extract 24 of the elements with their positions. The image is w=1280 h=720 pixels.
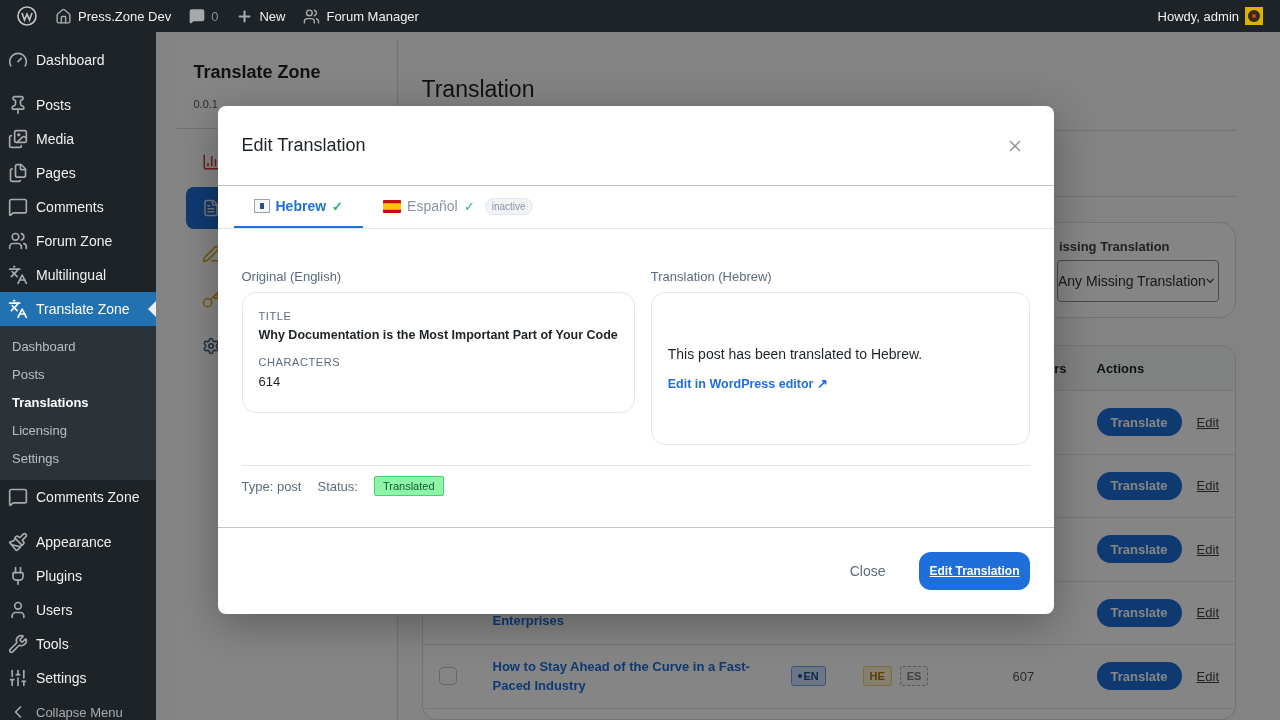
dialog-title: Edit Translation — [241, 135, 366, 156]
section-heading: Original (English) — [241, 269, 343, 285]
field-value: 614 — [258, 374, 282, 389]
column-header: Actions — [1096, 360, 1145, 376]
inactive-badge: inactive — [484, 197, 533, 215]
field-value: Why Documentation is the Most Important Part of Your Code — [258, 328, 618, 342]
language-badge: ES — [899, 666, 929, 687]
check-mark: ✓ — [332, 198, 344, 214]
page-title: Translation — [421, 75, 536, 104]
column-header: rs — [1054, 360, 1067, 376]
plugin-title: Translate Zone — [193, 61, 322, 84]
version-text: 0.0.1 — [193, 98, 219, 110]
language-badge: EN — [790, 666, 826, 687]
status-label: Status: — [317, 478, 358, 494]
language-badge: HE — [862, 666, 892, 687]
section-heading: Translation (Hebrew) — [650, 269, 773, 285]
field-label: CHARACTERS — [258, 356, 342, 368]
status-message: This post has been translated to Hebrew. — [667, 346, 924, 362]
check-mark: ✓ — [463, 198, 475, 214]
status-badge: Translated — [373, 476, 444, 496]
character-count: 607 — [1012, 668, 1035, 684]
field-label: TITLE — [258, 310, 293, 322]
type-text: Type: post — [241, 478, 302, 494]
filter-label: issing Translation — [1058, 239, 1171, 254]
